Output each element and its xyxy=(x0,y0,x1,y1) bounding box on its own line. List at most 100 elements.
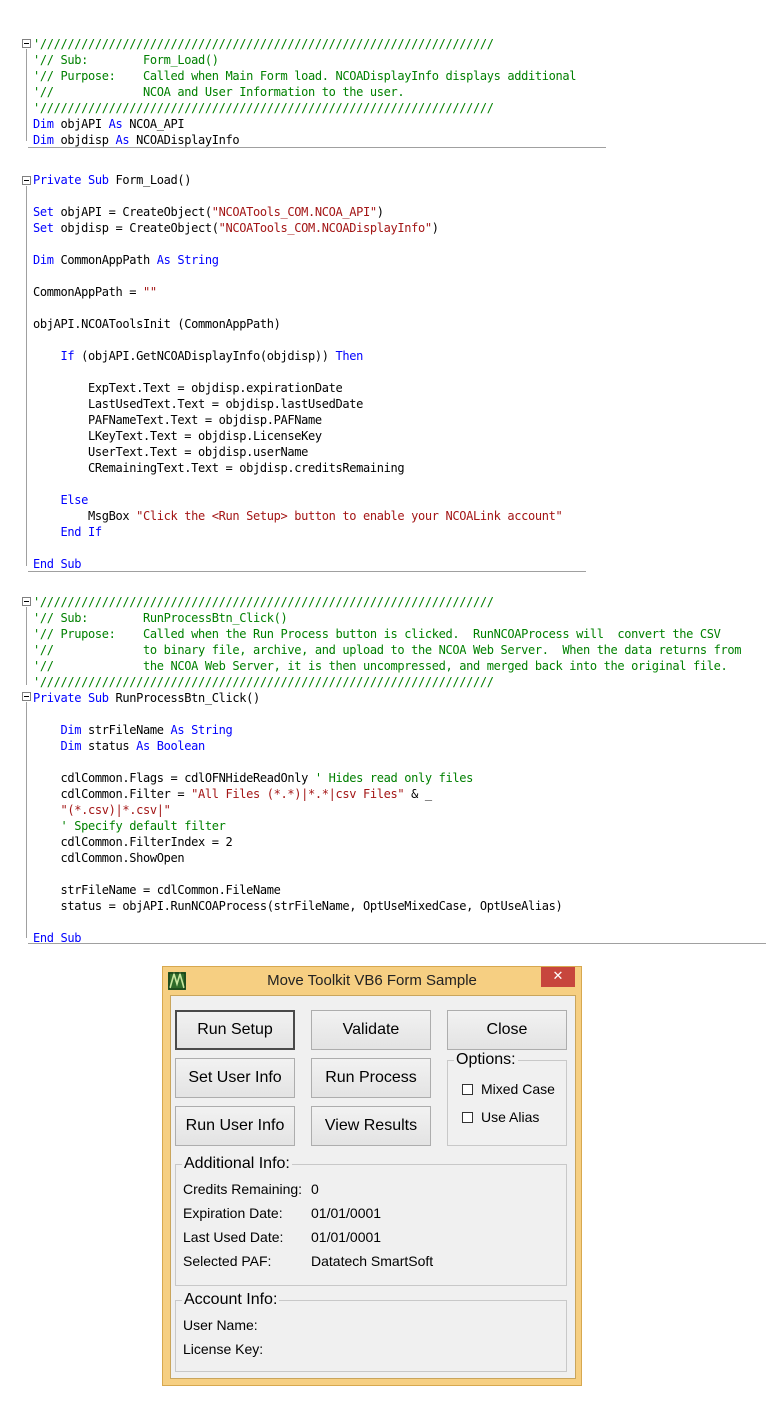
options-legend: Options: xyxy=(454,1051,518,1069)
code-keyword: As String xyxy=(156,253,219,267)
mixed-case-label: Mixed Case xyxy=(481,1081,555,1097)
code-comment: '///////////////////////////////////////… xyxy=(33,37,494,51)
run-setup-button[interactable]: Run Setup xyxy=(175,1010,295,1050)
code-keyword: End Sub xyxy=(33,931,82,945)
code-comment: ' Specify default filter xyxy=(60,819,226,833)
code-line: '// NCOA and User Information to the use… xyxy=(33,84,405,100)
code-line: "(*.csv)|*.csv|" xyxy=(33,802,171,818)
code-text: strFileName = cdlCommon.FileName xyxy=(33,883,281,897)
run-process-button[interactable]: Run Process xyxy=(311,1058,431,1098)
code-line: PAFNameText.Text = objdisp.PAFName xyxy=(33,412,322,428)
code-text: objAPI = CreateObject( xyxy=(53,205,212,219)
code-line: Dim objdisp As NCOADisplayInfo xyxy=(33,132,240,148)
set-user-info-button[interactable]: Set User Info xyxy=(175,1058,295,1098)
form-window: Move Toolkit VB6 Form Sample ✕ Run Setup… xyxy=(162,966,582,1386)
code-text: PAFNameText.Text = objdisp.PAFName xyxy=(33,413,322,427)
code-text: Form_Load() xyxy=(108,173,192,187)
code-keyword: Private Sub xyxy=(33,691,109,705)
code-editor[interactable]: '///////////////////////////////////////… xyxy=(0,0,772,950)
code-string: "All Files (*.*)|*.*|csv Files" xyxy=(191,787,405,801)
code-keyword: Dim xyxy=(33,133,54,147)
code-keyword: As Boolean xyxy=(136,739,205,753)
checkbox-box[interactable] xyxy=(462,1111,473,1123)
additional-info-legend: Additional Info: xyxy=(182,1155,292,1173)
code-line: Private Sub Form_Load() xyxy=(33,172,191,188)
collapse-region-icon[interactable] xyxy=(22,692,31,701)
code-keyword: End If xyxy=(60,525,103,539)
code-text: LastUsedText.Text = objdisp.lastUsedDate xyxy=(33,397,363,411)
collapse-region-icon[interactable] xyxy=(22,39,31,48)
code-string: "NCOATools_COM.NCOA_API" xyxy=(211,205,377,219)
use-alias-checkbox[interactable]: Use Alias xyxy=(462,1109,539,1125)
account-info-legend: Account Info: xyxy=(182,1291,280,1309)
code-keyword: Set xyxy=(33,221,54,235)
code-text: status = objAPI.RunNCOAProcess(strFileNa… xyxy=(33,899,563,913)
code-line: ' Specify default filter xyxy=(33,818,226,834)
code-line: End If xyxy=(33,524,103,540)
code-line: Dim objAPI As NCOA_API xyxy=(33,116,185,132)
code-line: '///////////////////////////////////////… xyxy=(33,594,494,610)
code-text: NCOA_API xyxy=(122,117,185,131)
run-user-info-button[interactable]: Run User Info xyxy=(175,1106,295,1146)
code-comment: '///////////////////////////////////////… xyxy=(33,675,494,689)
procedure-separator xyxy=(28,571,586,572)
code-text: RunProcessBtn_Click() xyxy=(108,691,260,705)
checkbox-box[interactable] xyxy=(462,1083,473,1095)
code-keyword: Else xyxy=(60,493,89,507)
code-text: cdlCommon.Flags = cdlOFNHideReadOnly xyxy=(33,771,315,785)
code-text: objdisp xyxy=(53,133,116,147)
code-text: MsgBox xyxy=(33,509,137,523)
code-line: '// Sub: RunProcessBtn_Click() xyxy=(33,610,288,626)
code-text: CommonAppPath xyxy=(53,253,157,267)
view-results-button[interactable]: View Results xyxy=(311,1106,431,1146)
code-text: cdlCommon.FilterIndex = 2 xyxy=(33,835,233,849)
code-line: '// Purpose: Called when Main Form load.… xyxy=(33,68,576,84)
code-line: cdlCommon.Filter = "All Files (*.*)|*.*|… xyxy=(33,786,432,802)
code-comment: '///////////////////////////////////////… xyxy=(33,101,494,115)
code-text: CRemainingText.Text = objdisp.creditsRem… xyxy=(33,461,405,475)
use-alias-label: Use Alias xyxy=(481,1109,540,1125)
code-text: CommonAppPath = xyxy=(33,285,143,299)
mixed-case-checkbox[interactable]: Mixed Case xyxy=(462,1081,555,1097)
code-line: MsgBox "Click the <Run Setup> button to … xyxy=(33,508,563,524)
code-line: '///////////////////////////////////////… xyxy=(33,674,494,690)
code-text: cdlCommon.Filter = xyxy=(33,787,192,801)
window-title: Move Toolkit VB6 Form Sample xyxy=(267,972,477,989)
code-string: "" xyxy=(143,285,157,299)
close-icon[interactable]: ✕ xyxy=(541,967,575,987)
code-text: ) xyxy=(376,205,384,219)
code-line: '// Sub: Form_Load() xyxy=(33,52,219,68)
code-line: Dim strFileName As String xyxy=(33,722,233,738)
collapse-region-icon[interactable] xyxy=(22,176,31,185)
code-line: '///////////////////////////////////////… xyxy=(33,36,494,52)
user-name-label: User Name: xyxy=(183,1317,258,1333)
code-keyword: As xyxy=(115,133,130,147)
code-keyword: If xyxy=(60,349,75,363)
license-key-label: License Key: xyxy=(183,1341,264,1357)
collapse-region-icon[interactable] xyxy=(22,597,31,606)
code-comment: '// Sub: Form_Load() xyxy=(33,53,219,67)
title-bar[interactable]: Move Toolkit VB6 Form Sample ✕ xyxy=(163,967,581,995)
outline-guide xyxy=(26,607,27,685)
code-text: & _ xyxy=(404,787,432,801)
code-line: Dim CommonAppPath As String xyxy=(33,252,219,268)
code-keyword: Dim xyxy=(33,117,54,131)
selected-paf-value: Datatech SmartSoft xyxy=(311,1253,434,1269)
validate-button[interactable]: Validate xyxy=(311,1010,431,1050)
code-line: '// to binary file, archive, and upload … xyxy=(33,642,741,658)
vb-app-icon xyxy=(168,972,186,990)
code-line: strFileName = cdlCommon.FileName xyxy=(33,882,281,898)
code-line: Set objdisp = CreateObject("NCOATools_CO… xyxy=(33,220,439,236)
code-comment: '// Sub: RunProcessBtn_Click() xyxy=(33,611,288,625)
last-used-date-value: 01/01/0001 xyxy=(311,1229,382,1245)
code-text: strFileName xyxy=(81,723,171,737)
options-group: Options: Mixed Case Use Alias xyxy=(447,1051,567,1146)
account-info-group: Account Info: User Name: License Key: xyxy=(175,1291,567,1372)
close-button[interactable]: Close xyxy=(447,1010,567,1050)
code-line: cdlCommon.Flags = cdlOFNHideReadOnly ' H… xyxy=(33,770,473,786)
code-line: '// the NCOA Web Server, it is then unco… xyxy=(33,658,728,674)
